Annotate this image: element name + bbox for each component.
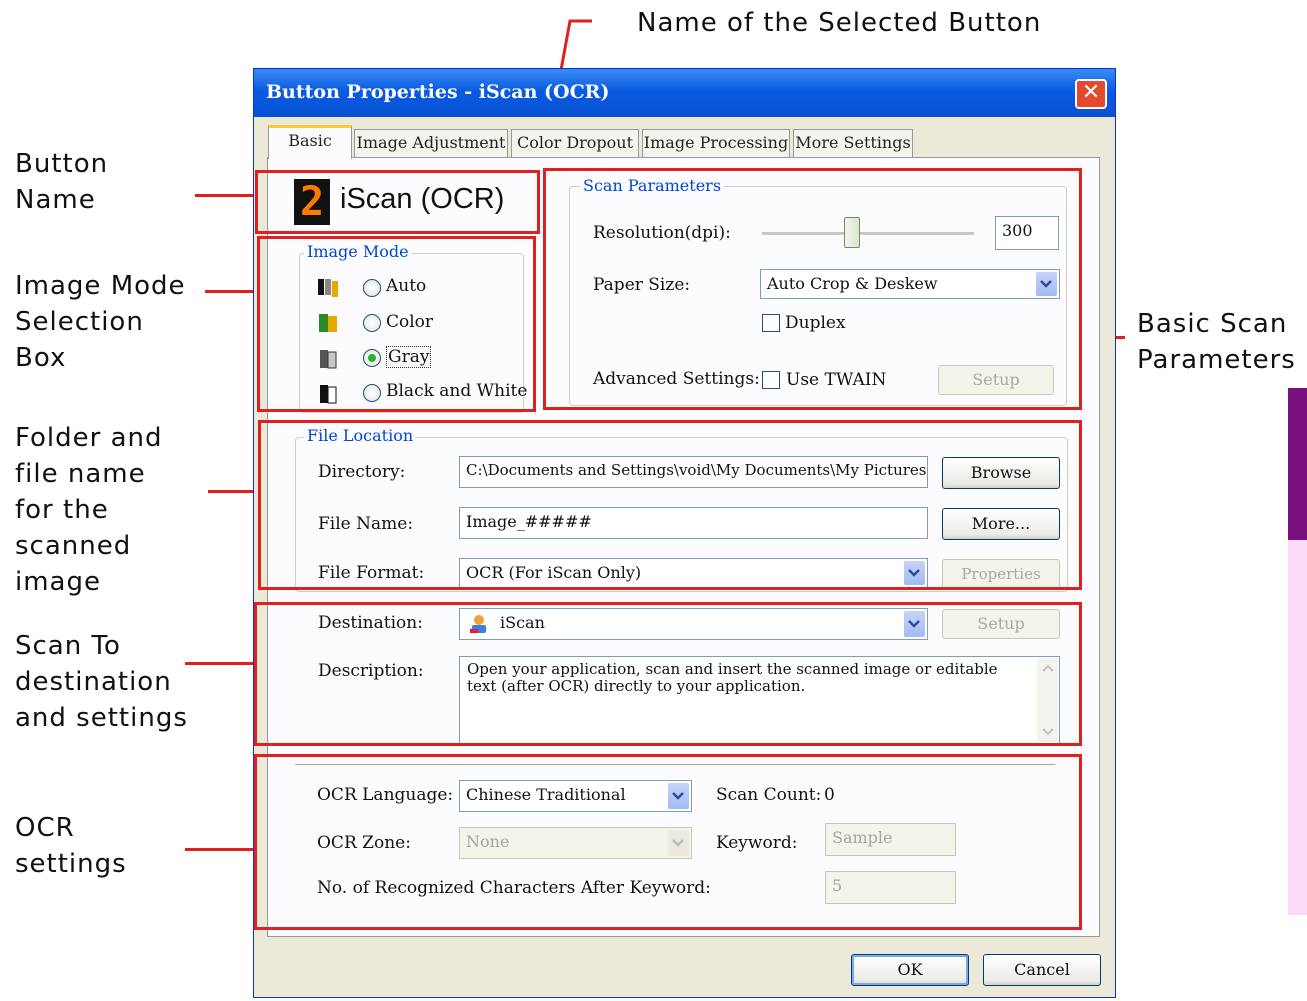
gray-label[interactable]: Gray	[386, 346, 432, 368]
scroll-up-icon[interactable]	[1042, 664, 1054, 672]
black-white-label[interactable]: Black and White	[386, 381, 527, 401]
close-button[interactable]: ✕	[1075, 79, 1107, 109]
leader-line	[185, 848, 255, 851]
description-label: Description:	[318, 661, 424, 681]
directory-label: Directory:	[318, 462, 406, 482]
color-mode-icon	[319, 314, 337, 332]
destination-label: Destination:	[318, 613, 423, 633]
keyword-input[interactable]: Sample	[825, 823, 956, 856]
window-title: Button Properties - iScan (OCR)	[266, 81, 610, 103]
iscan-app-icon	[470, 615, 486, 633]
gray-radio[interactable]	[363, 349, 381, 367]
description-textarea[interactable]: Open your application, scan and insert t…	[459, 656, 1060, 744]
chevron-down-icon[interactable]	[668, 830, 689, 856]
file-format-value: OCR (For iScan Only)	[466, 563, 642, 582]
title-bar[interactable]: Button Properties - iScan (OCR) ✕	[254, 69, 1115, 117]
chevron-down-icon[interactable]	[904, 561, 925, 585]
ocr-zone-value: None	[466, 832, 510, 851]
chevron-down-icon[interactable]	[668, 783, 689, 809]
tab-label: Image Adjustment	[356, 133, 506, 152]
properties-button[interactable]: Properties	[942, 559, 1060, 589]
ok-button[interactable]: OK	[851, 954, 969, 986]
resolution-input[interactable]: 300	[995, 216, 1059, 250]
file-name-input[interactable]: Image_#####	[459, 507, 928, 539]
callout-basic-scan: Basic Scan Parameters	[1137, 309, 1296, 375]
keyword-label: Keyword:	[716, 833, 798, 853]
paper-size-label: Paper Size:	[593, 275, 691, 295]
file-format-label: File Format:	[318, 563, 425, 583]
chevron-down-icon[interactable]	[1036, 272, 1057, 296]
tab-image-processing[interactable]: Image Processing	[642, 129, 790, 157]
leader-line	[185, 662, 255, 665]
leader-line	[195, 194, 257, 197]
recognized-chars-input[interactable]: 5	[825, 871, 956, 904]
button-name-label: iScan (OCR)	[340, 183, 505, 215]
use-twain-checkbox[interactable]	[762, 371, 780, 389]
duplex-checkbox[interactable]	[762, 314, 780, 332]
scan-count-label: Scan Count:	[716, 785, 822, 805]
directory-input[interactable]: C:\Documents and Settings\void\My Docume…	[459, 456, 928, 488]
black-white-radio[interactable]	[363, 384, 381, 402]
paper-size-select[interactable]: Auto Crop & Deskew	[760, 269, 1060, 299]
use-twain-label[interactable]: Use TWAIN	[786, 370, 886, 390]
tab-label: Basic	[288, 131, 332, 150]
resolution-label: Resolution(dpi):	[593, 223, 731, 243]
description-scrollbar[interactable]	[1037, 658, 1058, 742]
gray-mode-icon	[320, 350, 337, 369]
chevron-down-icon[interactable]	[904, 611, 925, 637]
button-number-badge: 2	[294, 179, 330, 225]
resolution-slider-thumb[interactable]	[844, 217, 860, 248]
file-name-label: File Name:	[318, 514, 414, 534]
advanced-settings-label: Advanced Settings:	[593, 369, 760, 389]
ocr-language-select[interactable]: Chinese Traditional	[459, 780, 692, 812]
callout-folder-file: Folder and file name for the scanned ima…	[15, 423, 163, 597]
resolution-slider-track[interactable]	[762, 232, 974, 236]
tab-image-adjustment[interactable]: Image Adjustment	[354, 129, 508, 157]
ocr-language-label: OCR Language:	[317, 785, 454, 805]
cancel-button[interactable]: Cancel	[983, 954, 1101, 986]
scan-setup-button[interactable]: Setup	[938, 365, 1054, 395]
duplex-label[interactable]: Duplex	[785, 313, 846, 333]
callout-selected-button: Name of the Selected Button	[637, 8, 1042, 38]
auto-label[interactable]: Auto	[386, 276, 426, 296]
auto-radio[interactable]	[363, 279, 381, 297]
color-radio[interactable]	[363, 314, 381, 332]
page-edge-strip	[1288, 540, 1307, 915]
description-value: Open your application, scan and insert t…	[467, 660, 998, 695]
ocr-zone-label: OCR Zone:	[317, 833, 411, 853]
destination-select[interactable]: iScan	[459, 608, 928, 640]
destination-value: iScan	[500, 613, 545, 632]
ocr-zone-select[interactable]: None	[459, 827, 692, 859]
file-location-title: File Location	[304, 426, 417, 445]
scan-parameters-title: Scan Parameters	[580, 176, 725, 195]
image-mode-title: Image Mode	[304, 242, 412, 261]
more-button[interactable]: More...	[942, 508, 1060, 540]
callout-scan-to: Scan To destination and settings	[15, 631, 188, 733]
tab-label: Color Dropout	[516, 133, 634, 152]
button-properties-dialog: Button Properties - iScan (OCR) ✕ Basic …	[253, 68, 1116, 998]
destination-setup-button[interactable]: Setup	[942, 609, 1060, 639]
auto-mode-icon	[318, 279, 338, 297]
tab-color-dropout[interactable]: Color Dropout	[511, 129, 639, 157]
callout-button-name: Button Name	[15, 149, 109, 215]
recognized-chars-label: No. of Recognized Characters After Keywo…	[317, 878, 711, 898]
callout-ocr-settings: OCR settings	[15, 813, 127, 879]
tab-label: Image Processing	[643, 133, 789, 152]
callout-image-mode: Image Mode Selection Box	[15, 271, 186, 373]
file-format-select[interactable]: OCR (For iScan Only)	[459, 558, 928, 588]
tab-label: More Settings	[795, 133, 911, 152]
color-label[interactable]: Color	[386, 312, 433, 332]
ocr-separator	[295, 764, 1055, 768]
scroll-down-icon[interactable]	[1042, 728, 1054, 736]
tab-more-settings[interactable]: More Settings	[793, 129, 913, 157]
black-white-mode-icon	[320, 385, 337, 404]
page-edge-strip	[1288, 388, 1307, 540]
ocr-language-value: Chinese Traditional	[466, 785, 626, 804]
paper-size-value: Auto Crop & Deskew	[767, 274, 938, 293]
scan-count-value: 0	[824, 785, 835, 805]
tab-basic[interactable]: Basic	[268, 125, 352, 159]
browse-button[interactable]: Browse	[942, 457, 1060, 489]
